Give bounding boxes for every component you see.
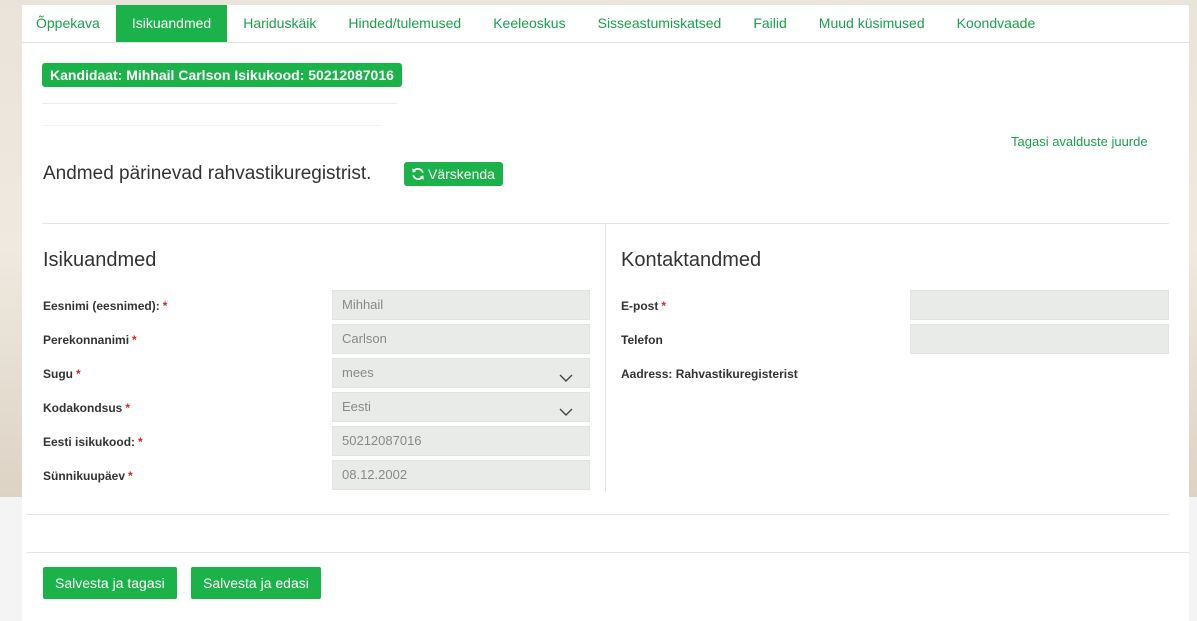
birth-date-label: Sünnikuupäev * [43,469,133,483]
gender-select-value: mees [342,365,374,380]
id-code-label: Eesti isikukood: * [43,435,143,449]
tab-bar: Õppekava Isikuandmed Hariduskäik Hinded/… [22,5,1189,43]
candidate-badge: Kandidaat: Mihhail Carlson Isikukood: 50… [42,63,402,87]
personal-data-title: Isikuandmed [43,249,157,271]
refresh-button-label: Värskenda [428,166,495,182]
required-marker: * [162,299,168,313]
last-name-field[interactable]: Carlson [332,324,590,354]
address-value [909,372,1129,382]
faint-divider [42,125,382,126]
footer-divider [27,552,1189,553]
first-name-label: Eesnimi (eesnimed): * [43,299,168,313]
id-code-field[interactable]: 50212087016 [332,426,590,456]
back-to-applications-link[interactable]: Tagasi avalduste juurde [1011,134,1148,149]
save-and-next-button[interactable]: Salvesta ja edasi [191,567,321,599]
gender-label: Sugu * [43,367,81,381]
birth-date-field[interactable]: 08.12.2002 [332,460,590,490]
required-marker: * [128,469,133,483]
address-label: Aadress: Rahvastikuregisterist [621,367,798,381]
tab-koondvaade[interactable]: Koondvaade [941,5,1052,42]
required-marker: * [661,299,667,313]
tab-hariduskaik[interactable]: Hariduskäik [227,5,332,42]
gender-select[interactable]: mees [332,358,590,388]
required-marker: * [125,401,131,415]
email-field[interactable] [910,290,1169,320]
citizenship-select[interactable]: Eesti [332,392,590,422]
tab-muud-kusimused[interactable]: Muud küsimused [803,5,941,42]
column-divider [605,224,606,492]
tab-keeleoskus[interactable]: Keeleoskus [477,5,581,42]
chevron-down-icon [559,399,573,427]
required-marker: * [138,435,143,449]
refresh-icon [411,167,425,181]
phone-label: Telefon [621,333,663,347]
tab-hinded-tulemused[interactable]: Hinded/tulemused [332,5,477,42]
last-name-label: Perekonnanimi * [43,333,137,347]
email-label: E-post * [621,299,667,313]
tab-isikuandmed[interactable]: Isikuandmed [115,5,228,42]
tab-sisseastumiskatsed[interactable]: Sisseastumiskatsed [582,5,738,42]
save-and-back-button[interactable]: Salvesta ja tagasi [43,567,177,599]
refresh-button[interactable]: Värskenda [404,162,503,186]
contact-data-title: Kontaktandmed [621,249,762,271]
citizenship-select-value: Eesti [342,399,371,414]
form-divider [27,514,1169,515]
chevron-down-icon [559,365,573,393]
first-name-field[interactable]: Mihhail [332,290,590,320]
application-panel: Õppekava Isikuandmed Hariduskäik Hinded/… [22,5,1189,621]
required-marker: * [132,333,137,347]
citizenship-label: Kodakondsus * [43,401,131,415]
tab-oppekava[interactable]: Õppekava [22,5,116,42]
faint-divider [42,103,397,104]
required-marker: * [76,367,81,381]
phone-field[interactable] [910,324,1169,354]
registry-source-text: Andmed pärinevad rahvastikuregistrist. [43,163,372,184]
tab-failid[interactable]: Failid [737,5,802,42]
